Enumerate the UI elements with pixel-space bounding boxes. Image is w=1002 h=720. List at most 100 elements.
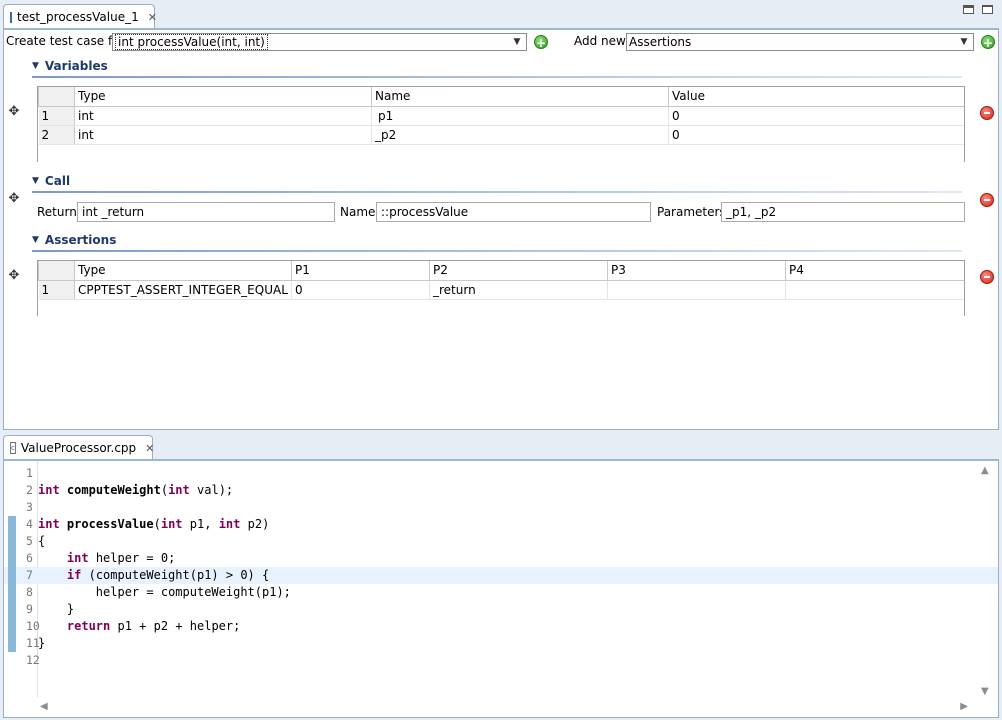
move-handle-icon[interactable]: ✥ <box>7 192 21 206</box>
coverage-marker <box>8 635 16 652</box>
table-row[interactable]: 1 int p1 0 <box>38 106 964 126</box>
line-number: 10 <box>26 619 40 633</box>
scroll-down-icon[interactable]: ▼ <box>981 686 989 697</box>
assertions-section-header[interactable]: ▼ Assertions <box>32 232 116 248</box>
maximize-icon[interactable] <box>982 5 993 14</box>
line-number: 7 <box>26 568 33 582</box>
add-test-case-button[interactable]: + <box>534 35 548 50</box>
cell-value[interactable]: 0 <box>668 106 964 126</box>
view-controls <box>963 5 993 14</box>
code-line[interactable]: 10 return p1 + p2 + helper; <box>4 618 998 635</box>
code-line[interactable]: 3 <box>4 499 998 516</box>
code-line[interactable]: 2 int computeWeight(int val); <box>4 482 998 499</box>
row-number: 1 <box>38 106 75 126</box>
close-icon[interactable]: ✕ <box>145 442 154 455</box>
create-test-case-label: Create test case for <box>6 34 125 48</box>
chevron-down-icon: ▼ <box>513 37 521 47</box>
code-line[interactable]: 6 int helper = 0; <box>4 550 998 567</box>
parameters-label: Parameters <box>657 205 726 219</box>
column-header-name[interactable]: Name <box>371 87 669 107</box>
line-source[interactable]: if (computeWeight(p1) > 0) { <box>38 567 269 584</box>
cell-type[interactable]: CPPTEST_ASSERT_INTEGER_EQUAL <box>74 280 292 300</box>
line-source[interactable]: } <box>38 635 45 652</box>
name-field[interactable]: ::processValue <box>376 202 651 222</box>
return-field[interactable]: int _return <box>77 202 335 222</box>
line-source[interactable]: return p1 + p2 + helper; <box>38 618 240 635</box>
line-number: 5 <box>26 534 33 548</box>
vertical-scrollbar[interactable]: ▲ ▼ <box>978 463 994 697</box>
scroll-up-icon[interactable]: ▲ <box>981 465 989 476</box>
cell-p4[interactable] <box>785 280 964 300</box>
line-source[interactable]: { <box>38 533 45 550</box>
column-header-type[interactable]: Type <box>74 261 292 281</box>
chevron-down-icon: ▼ <box>960 37 968 47</box>
cell-p1[interactable]: 0 <box>291 280 430 300</box>
code-line[interactable]: 11} <box>4 635 998 652</box>
code-area[interactable]: 1 2 int computeWeight(int val); 3 4 int proce… <box>3 459 999 718</box>
assertions-table: Type P1 P2 P3 P4 1 CPPTEST_ASSERT_INTEGE… <box>37 260 965 316</box>
cell-name[interactable]: _p2 <box>371 125 669 145</box>
code-line[interactable]: 5{ <box>4 533 998 550</box>
line-source[interactable]: int helper = 0; <box>38 550 175 567</box>
line-source[interactable]: helper = computeWeight(p1); <box>38 584 291 601</box>
line-source[interactable]: int computeWeight(int val); <box>38 482 233 499</box>
column-header-p4[interactable]: P4 <box>785 261 964 281</box>
column-header-type[interactable]: Type <box>74 87 372 107</box>
collapse-triangle-icon: ▼ <box>32 235 39 245</box>
scroll-left-icon[interactable]: ◀ <box>40 701 48 712</box>
horizontal-scrollbar[interactable]: ◀ ▶ <box>34 699 974 715</box>
call-section-header[interactable]: ▼ Call <box>32 173 70 189</box>
line-number: 4 <box>26 517 33 531</box>
add-new-select[interactable]: Assertions ▼ <box>626 33 974 51</box>
line-number: 9 <box>26 602 33 616</box>
parameters-field[interactable]: _p1, _p2 <box>721 202 965 222</box>
test-case-form: Create test case for int processValue(in… <box>3 28 999 430</box>
cell-type[interactable]: int <box>74 106 372 126</box>
column-header-p2[interactable]: P2 <box>429 261 608 281</box>
code-line[interactable]: 8 helper = computeWeight(p1); <box>4 584 998 601</box>
coverage-marker <box>8 550 16 567</box>
code-line[interactable]: 9 } <box>4 601 998 618</box>
column-header-p1[interactable]: P1 <box>291 261 430 281</box>
scroll-right-icon[interactable]: ▶ <box>960 701 968 712</box>
editor-tab-strip: c ValueProcessor.cpp ✕ <box>3 433 999 460</box>
column-header-value[interactable]: Value <box>668 87 964 107</box>
variables-section-header[interactable]: ▼ Variables <box>32 58 108 74</box>
variables-table: Type Name Value 1 int p1 0 2 int _p2 0 <box>37 86 965 162</box>
table-row[interactable]: 2 int _p2 0 <box>38 125 964 145</box>
cell-type[interactable]: int <box>74 125 372 145</box>
return-value: int _return <box>82 205 145 219</box>
code-line[interactable]: 7 if (computeWeight(p1) > 0) { <box>4 567 998 584</box>
remove-assertions-button[interactable] <box>980 270 994 284</box>
cell-p3[interactable] <box>607 280 786 300</box>
close-icon[interactable]: ✕ <box>148 11 157 24</box>
row-header-corner <box>38 261 75 281</box>
line-number: 1 <box>26 466 33 480</box>
remove-variables-button[interactable] <box>980 106 994 120</box>
collapse-triangle-icon: ▼ <box>32 176 39 186</box>
tab-title: ValueProcessor.cpp <box>20 441 137 455</box>
tab-valueprocessor-cpp[interactable]: c ValueProcessor.cpp ✕ <box>3 435 154 460</box>
move-handle-icon[interactable]: ✥ <box>7 105 21 119</box>
line-number: 12 <box>26 653 40 667</box>
line-source[interactable]: int processValue(int p1, int p2) <box>38 516 269 533</box>
column-header-p3[interactable]: P3 <box>607 261 786 281</box>
code-line[interactable]: 1 <box>4 465 998 482</box>
code-line[interactable]: 12 <box>4 652 998 669</box>
tab-test-processvalue[interactable]: test_processValue_1 ✕ <box>3 4 157 29</box>
create-test-case-select[interactable]: int processValue(int, int) ▼ <box>112 33 527 51</box>
cell-p2[interactable]: _return <box>429 280 608 300</box>
table-row[interactable]: 1 CPPTEST_ASSERT_INTEGER_EQUAL 0 _return <box>38 280 964 300</box>
test-case-editor: test_processValue_1 ✕ Create test case f… <box>3 2 999 430</box>
code-line[interactable]: 4 int processValue(int p1, int p2) <box>4 516 998 533</box>
call-title: Call <box>44 174 71 188</box>
remove-call-button[interactable] <box>980 193 994 207</box>
line-source[interactable]: } <box>38 601 74 618</box>
add-new-button[interactable]: + <box>981 35 995 50</box>
minimize-icon[interactable] <box>963 5 974 14</box>
line-number: 2 <box>26 483 33 497</box>
cell-name[interactable]: p1 <box>371 106 669 126</box>
return-label: Return <box>37 205 77 219</box>
move-handle-icon[interactable]: ✥ <box>7 269 21 283</box>
cell-value[interactable]: 0 <box>668 125 964 145</box>
